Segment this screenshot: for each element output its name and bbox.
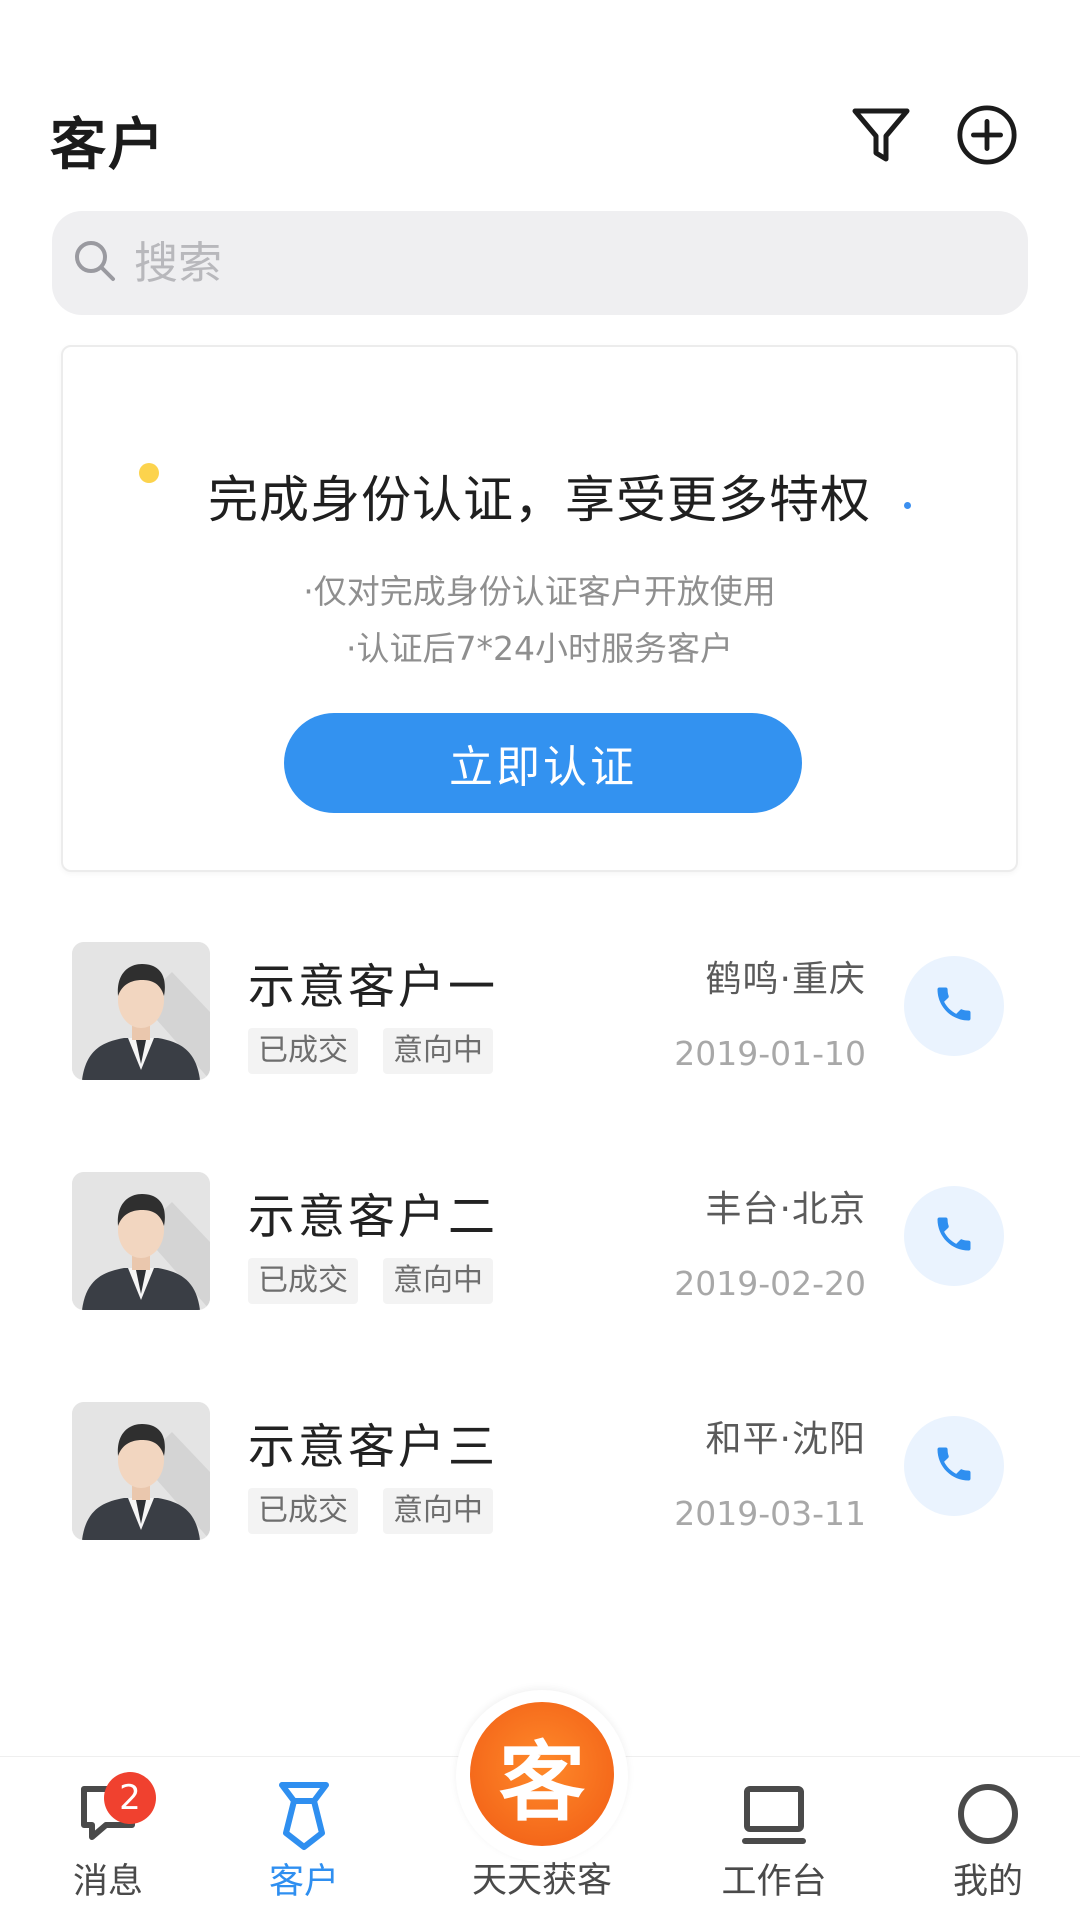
verify-now-button[interactable]: 立即认证	[284, 713, 802, 813]
status-tag: 已成交	[248, 1028, 358, 1074]
call-button[interactable]	[904, 1186, 1004, 1286]
customer-date: 2019-03-11	[674, 1494, 866, 1533]
call-button[interactable]	[904, 956, 1004, 1056]
customer-row[interactable]: 示意客户二 已成交 意向中 丰台·北京 2019-02-20	[0, 1172, 1080, 1352]
add-circle-icon[interactable]	[956, 104, 1018, 166]
avatar	[72, 942, 210, 1080]
call-button[interactable]	[904, 1416, 1004, 1516]
verify-title: 完成身份认证，享受更多特权	[208, 460, 871, 536]
tab-label: 我的	[952, 1862, 1023, 1902]
verification-card: 完成身份认证，享受更多特权 ·仅对完成身份认证客户开放使用 ·认证后7*24小时…	[61, 345, 1018, 872]
tab-label: 客户	[268, 1862, 339, 1902]
tab-mine[interactable]: 我的	[880, 1757, 1080, 1921]
customer-name: 示意客户二	[248, 1190, 498, 1245]
circle-icon	[955, 1781, 1021, 1851]
phone-icon	[932, 982, 976, 1030]
tab-label: 消息	[72, 1862, 143, 1902]
tie-icon	[276, 1781, 332, 1855]
status-tag: 意向中	[383, 1488, 493, 1534]
page-title: 客户	[50, 113, 166, 178]
search-icon	[72, 238, 118, 288]
tab-workbench[interactable]: 工作台	[666, 1757, 882, 1921]
tab-label: 工作台	[721, 1862, 827, 1902]
verify-benefit: ·认证后7*24小时服务客户	[346, 629, 733, 668]
customer-location: 丰台·北京	[705, 1189, 866, 1230]
customer-date: 2019-01-10	[674, 1034, 866, 1073]
status-tag: 已成交	[248, 1258, 358, 1304]
customer-location: 和平·沈阳	[705, 1419, 866, 1460]
customer-row[interactable]: 示意客户三 已成交 意向中 和平·沈阳 2019-03-11	[0, 1402, 1080, 1582]
tab-customers[interactable]: 客户	[196, 1757, 412, 1921]
phone-icon	[932, 1212, 976, 1260]
laptop-icon	[739, 1781, 809, 1855]
center-tab-label[interactable]: 天天获客	[440, 1852, 644, 1903]
customer-name: 示意客户三	[248, 1420, 498, 1475]
decor-dot	[904, 502, 911, 509]
customer-date: 2019-02-20	[674, 1264, 866, 1303]
filter-icon[interactable]	[850, 104, 912, 166]
status-tag: 意向中	[383, 1028, 493, 1074]
customer-name: 示意客户一	[248, 960, 498, 1015]
avatar	[72, 1402, 210, 1540]
unread-badge: 2	[104, 1772, 156, 1824]
status-tag: 已成交	[248, 1488, 358, 1534]
tab-messages[interactable]: 2 消息	[0, 1757, 216, 1921]
customer-row[interactable]: 示意客户一 已成交 意向中 鹤鸣·重庆 2019-01-10	[0, 942, 1080, 1122]
verify-benefit: ·仅对完成身份认证客户开放使用	[303, 572, 776, 611]
center-tab-button[interactable]: 客	[470, 1702, 614, 1846]
search-bar[interactable]	[52, 211, 1028, 315]
phone-icon	[932, 1442, 976, 1490]
search-input[interactable]	[132, 236, 956, 290]
customer-location: 鹤鸣·重庆	[705, 959, 866, 1000]
avatar	[72, 1172, 210, 1310]
status-tag: 意向中	[383, 1258, 493, 1304]
